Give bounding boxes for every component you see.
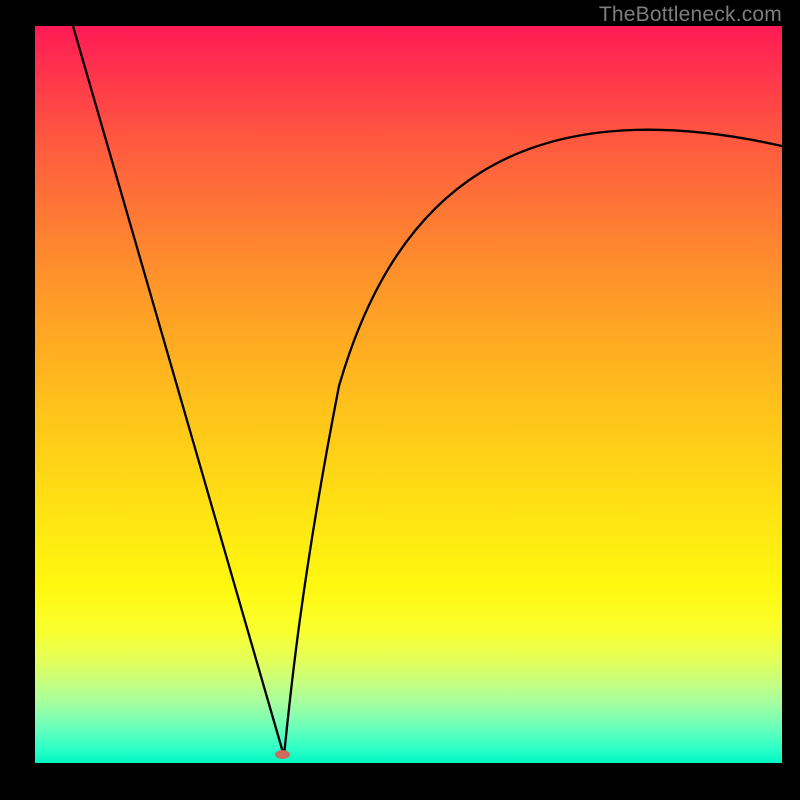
optimal-point-marker <box>275 750 290 759</box>
watermark-text: TheBottleneck.com <box>599 3 782 27</box>
plot-area <box>35 26 782 763</box>
curve-path <box>73 26 782 756</box>
chart-frame: TheBottleneck.com <box>0 0 800 800</box>
bottleneck-curve <box>35 26 782 763</box>
